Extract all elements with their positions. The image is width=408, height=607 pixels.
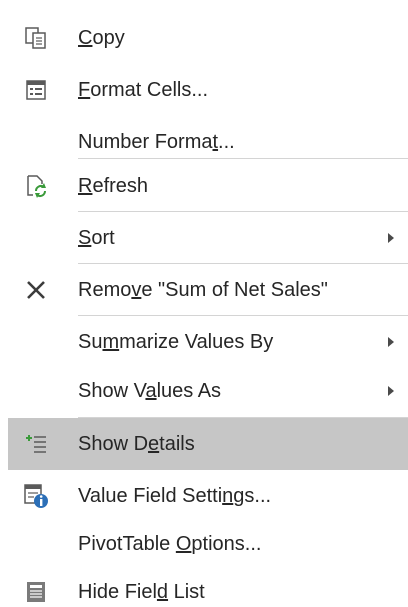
- menu-item-copy[interactable]: Copy: [8, 12, 408, 64]
- field-list-icon: [8, 566, 64, 607]
- menu-item-label: Sort: [78, 227, 115, 249]
- menu-item-show-values-as[interactable]: Show Values As: [8, 365, 408, 417]
- menu-item-label: Copy: [78, 27, 125, 49]
- menu-item-sort[interactable]: Sort: [8, 212, 408, 264]
- menu-item-label: Summarize Values By: [78, 331, 274, 353]
- show-details-icon: [8, 418, 64, 470]
- menu-item-pivottable-options[interactable]: PivotTable Options...: [8, 518, 408, 570]
- menu-item-label: Refresh: [78, 175, 149, 197]
- submenu-arrow-icon: [388, 337, 394, 347]
- format-cells-icon: [8, 64, 64, 116]
- menu-item-label: PivotTable Options...: [78, 533, 262, 555]
- remove-x-icon: [8, 264, 64, 316]
- refresh-icon: [8, 160, 64, 212]
- menu-item-label: Remove "Sum of Net Sales": [78, 279, 328, 301]
- menu-item-label: Value Field Settings...: [78, 485, 272, 507]
- menu-item-label: Hide Field List: [78, 581, 205, 603]
- copy-icon: [8, 12, 64, 64]
- submenu-arrow-icon: [388, 386, 394, 396]
- menu-separator: [78, 158, 408, 159]
- menu-item-label: Show Values As: [78, 380, 222, 402]
- menu-item-remove-field[interactable]: Remove "Sum of Net Sales": [8, 264, 408, 316]
- menu-item-show-details[interactable]: Show Details: [8, 418, 408, 470]
- value-field-settings-icon: [8, 470, 64, 522]
- menu-item-format-cells[interactable]: Format Cells...: [8, 64, 408, 116]
- submenu-arrow-icon: [388, 233, 394, 243]
- menu-item-hide-field-list[interactable]: Hide Field List: [8, 566, 408, 607]
- menu-item-summarize-values-by[interactable]: Summarize Values By: [8, 316, 408, 368]
- context-menu: Copy Format Cells... Number Format... Re…: [0, 0, 408, 607]
- menu-item-label: Format Cells...: [78, 79, 209, 101]
- menu-item-value-field-settings[interactable]: Value Field Settings...: [8, 470, 408, 522]
- menu-item-label: Show Details: [78, 433, 195, 455]
- menu-item-refresh[interactable]: Refresh: [8, 160, 408, 212]
